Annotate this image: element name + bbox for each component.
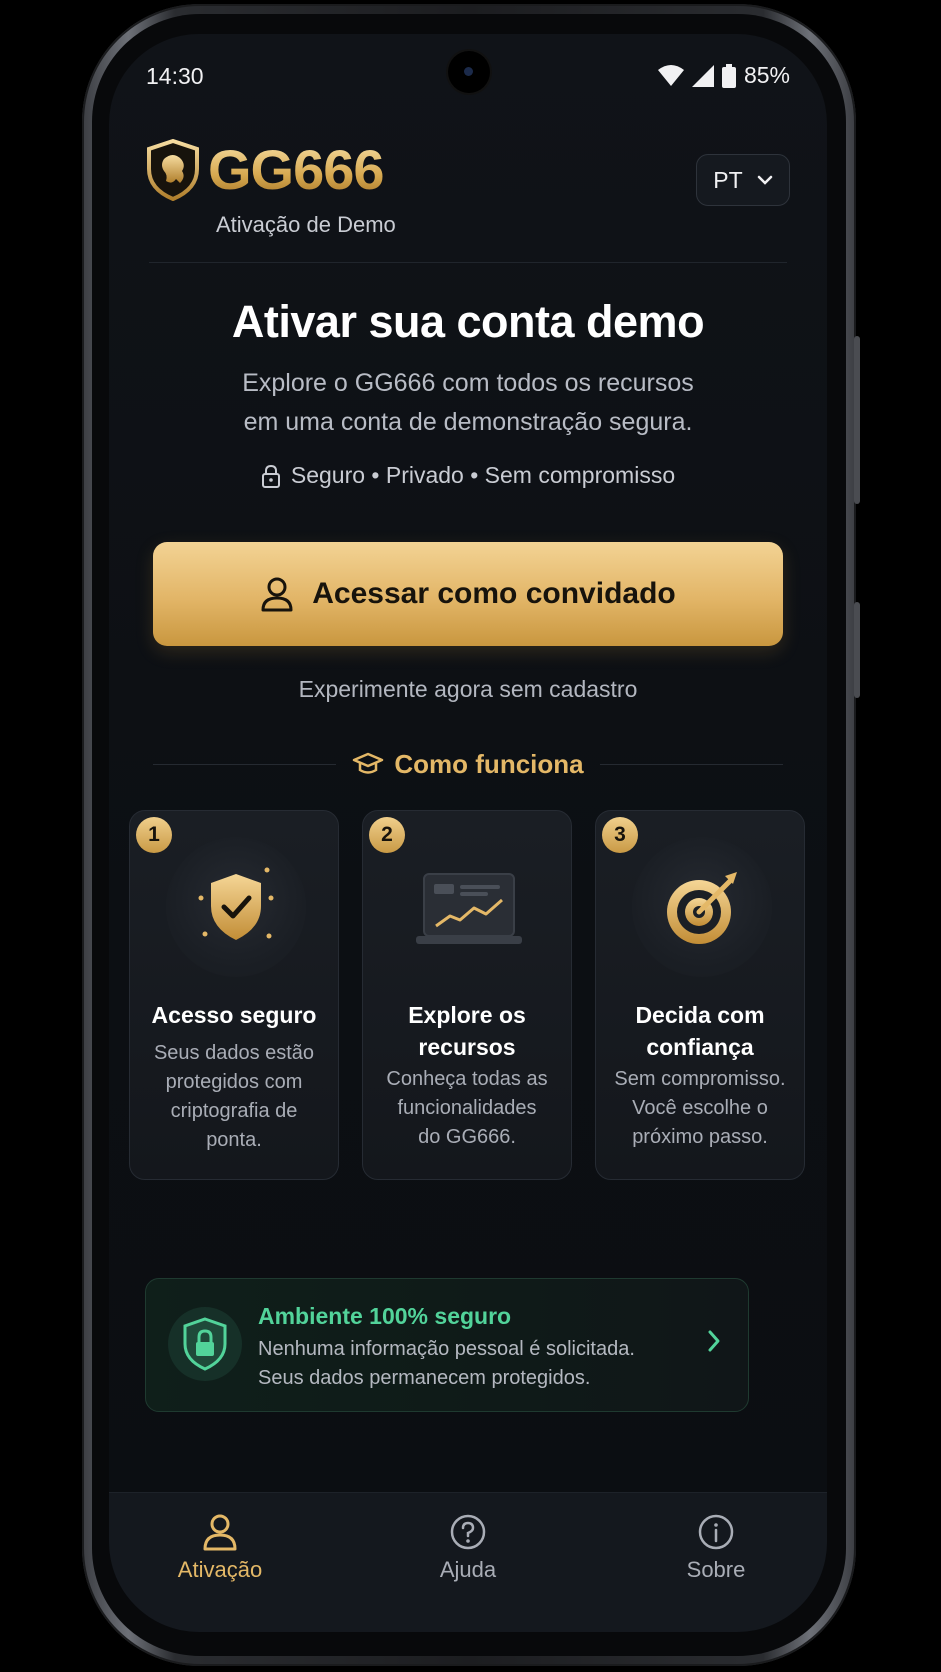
page-description: Explore o GG666 com todos os recursos em… [169, 364, 767, 442]
how-it-works-text: Como funciona [394, 748, 584, 779]
secure-environment-card[interactable]: Ambiente 100% seguro Nenhuma informação … [145, 1278, 749, 1412]
bottom-navigation: Ativação Ajuda Sobre [109, 1492, 827, 1632]
status-time: 14:30 [146, 63, 204, 89]
chevron-right-icon [708, 1330, 720, 1352]
page-title: Ativar sua conta demo [231, 296, 705, 347]
step-card-3: 3 Decida com confiança Sem compromisso. [595, 810, 805, 1180]
divider-line [153, 763, 337, 765]
guest-access-label: Acessar como convidado [312, 577, 676, 610]
nav-item-ajuda[interactable]: Ajuda [378, 1513, 558, 1583]
step-text-line: próximo passo. [632, 1126, 768, 1148]
secure-title: Ambiente 100% seguro [258, 1303, 512, 1329]
step-number-badge: 1 [136, 817, 172, 853]
step-text-line: criptografia de [170, 1100, 298, 1122]
step-title: Acesso seguro [151, 1002, 317, 1028]
step-text-line: funcionalidades [397, 1097, 537, 1119]
step-text-line: Sem compromisso. [614, 1068, 786, 1090]
laptop-chart-icon [399, 837, 539, 977]
step-text-line: ponta. [206, 1129, 262, 1151]
secure-text: Nenhuma informação pessoal é solicitada.… [258, 1335, 635, 1393]
step-text-line: protegidos com [165, 1071, 303, 1093]
step-number-badge: 2 [369, 817, 405, 853]
how-it-works-label: Como funciona [352, 748, 584, 780]
step-text: Sem compromisso. Você escolhe o próximo … [606, 1065, 794, 1152]
nav-label: Ajuda [439, 1557, 497, 1582]
status-icons: 85% [657, 62, 790, 89]
nav-label: Ativação [177, 1557, 263, 1582]
graduation-cap-icon [353, 752, 384, 774]
step-card-2: 2 Explore os recursos Conheça todas as f… [362, 810, 572, 1180]
target-arrow-icon [632, 837, 772, 977]
trust-text: Seguro • Privado • Sem compromisso [290, 462, 676, 488]
step-card-1: 1 Acesso seguro Seus dados estão protegi… [129, 810, 339, 1180]
lock-icon [261, 464, 280, 488]
power-button [854, 602, 860, 698]
step-title-line: Explore os [408, 1002, 526, 1028]
app-screen: 14:30 85% GG666 Ativação de Demo PT Ativ… [109, 34, 827, 1632]
divider-line [599, 763, 783, 765]
language-selector[interactable]: PT [696, 154, 790, 206]
status-bar: 14:30 85% [109, 34, 827, 114]
brand-name: GG666 [208, 138, 385, 201]
step-number-badge: 3 [602, 817, 638, 853]
chevron-down-icon [757, 175, 772, 185]
step-text-line: Seus dados estão [153, 1042, 315, 1064]
how-it-works-heading: Como funciona [153, 744, 783, 784]
shield-lock-icon [168, 1307, 242, 1381]
secure-text-line: Seus dados permanecem protegidos. [258, 1367, 591, 1389]
step-text-line: Conheça todas as [386, 1068, 548, 1090]
wifi-icon [657, 64, 684, 86]
step-title: Decida com confiança [604, 999, 796, 1063]
signal-icon [691, 64, 714, 87]
step-title-line: Decida com [635, 1002, 765, 1028]
step-text-line: Você escolhe o [632, 1097, 768, 1119]
step-text: Conheça todas as funcionalidades do GG66… [373, 1065, 561, 1152]
nav-item-sobre[interactable]: Sobre [626, 1513, 806, 1583]
user-icon [261, 577, 293, 612]
battery-percentage: 85% [743, 62, 790, 88]
nav-item-ativacao[interactable]: Ativação [130, 1513, 310, 1583]
step-title-line: confiança [646, 1034, 754, 1060]
step-text-line: do GG666. [418, 1126, 516, 1148]
trust-line: Seguro • Privado • Sem compromisso [109, 462, 827, 489]
language-code: PT [713, 166, 743, 193]
lion-shield-icon [147, 139, 199, 201]
brand-subtitle: Ativação de Demo [216, 212, 396, 237]
description-line: Explore o GG666 com todos os recursos [242, 369, 694, 397]
step-title: Explore os recursos [371, 999, 563, 1063]
info-circle-icon [698, 1514, 734, 1550]
description-line: em uma conta de demonstração segura. [243, 408, 693, 436]
brand-logo: GG666 [146, 138, 385, 201]
front-camera [448, 51, 490, 93]
nav-label: Sobre [686, 1557, 746, 1582]
battery-icon [721, 63, 736, 88]
secure-text-line: Nenhuma informação pessoal é solicitada. [258, 1338, 635, 1360]
help-circle-icon [450, 1514, 486, 1550]
shield-check-icon [166, 837, 306, 977]
volume-button [854, 336, 860, 504]
step-title-line: recursos [418, 1034, 516, 1060]
steps-row: 1 Acesso seguro Seus dados estão protegi… [129, 810, 809, 1180]
guest-access-button[interactable]: Acessar como convidado [153, 542, 783, 646]
header-divider [149, 262, 787, 263]
user-icon [203, 1514, 237, 1551]
step-text: Seus dados estão protegidos com criptogr… [140, 1039, 328, 1155]
guest-access-hint: Experimente agora sem cadastro [298, 676, 638, 702]
